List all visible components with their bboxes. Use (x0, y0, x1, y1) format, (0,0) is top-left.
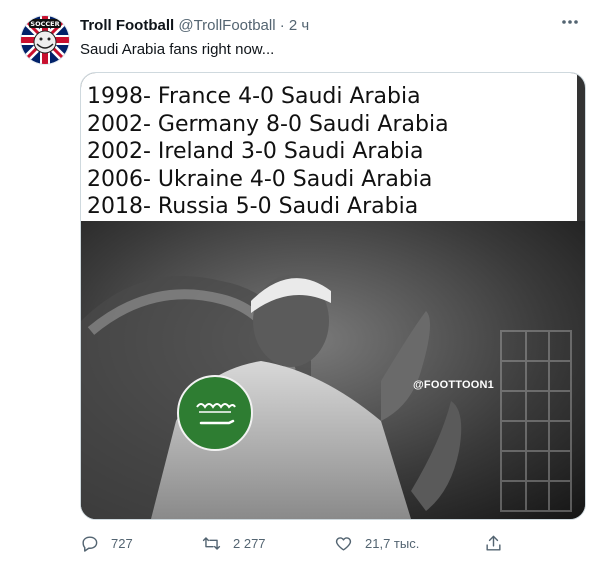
reply-button[interactable]: 727 (80, 530, 133, 556)
share-icon (486, 535, 501, 551)
caption-line: 2002- Ireland 3-0 Saudi Arabia (87, 139, 424, 164)
media-photo (81, 221, 585, 519)
media-caption-box: 1998- France 4-0 Saudi Arabia 2002- Germ… (81, 73, 577, 221)
tweet-text: Saudi Arabia fans right now... (80, 41, 275, 58)
caption-line: 2006- Ukraine 4-0 Saudi Arabia (87, 166, 433, 192)
caption-line: 1998- France 4-0 Saudi Arabia (87, 84, 421, 109)
retweet-button[interactable]: 2 277 (202, 530, 266, 556)
tweet[interactable]: SOCCER Troll Football @TrollFootball · 2… (0, 0, 594, 570)
avatar[interactable]: SOCCER (20, 15, 70, 65)
share-button[interactable] (484, 530, 515, 556)
author-name[interactable]: Troll Football (80, 17, 174, 34)
tweet-header: Troll Football @TrollFootball · 2 ч (80, 16, 580, 36)
like-button[interactable]: 21,7 тыс. (334, 530, 419, 556)
avatar-logo-text: SOCCER (30, 20, 59, 28)
retweet-count: 2 277 (233, 535, 266, 551)
tweet-media[interactable]: 1998- France 4-0 Saudi Arabia 2002- Germ… (80, 72, 586, 520)
media-watermark: @FOOTTOON1 (413, 379, 494, 391)
tweet-actions: 727 2 277 21,7 тыс. (80, 530, 584, 556)
caption-line: 2018- Russia 5-0 Saudi Arabia (87, 194, 419, 219)
tweet-time[interactable]: 2 ч (289, 17, 309, 34)
author-handle[interactable]: @TrollFootball (178, 17, 275, 34)
like-count: 21,7 тыс. (365, 535, 420, 551)
caption-line: 2002- Germany 8-0 Saudi Arabia (87, 111, 449, 137)
retweet-icon (202, 536, 221, 550)
separator-dot: · (279, 17, 285, 34)
saudi-flag-icon (177, 375, 253, 451)
reply-count: 727 (111, 535, 133, 551)
more-dots-icon[interactable] (556, 12, 584, 36)
heart-icon (335, 536, 352, 551)
reply-icon (82, 535, 98, 552)
